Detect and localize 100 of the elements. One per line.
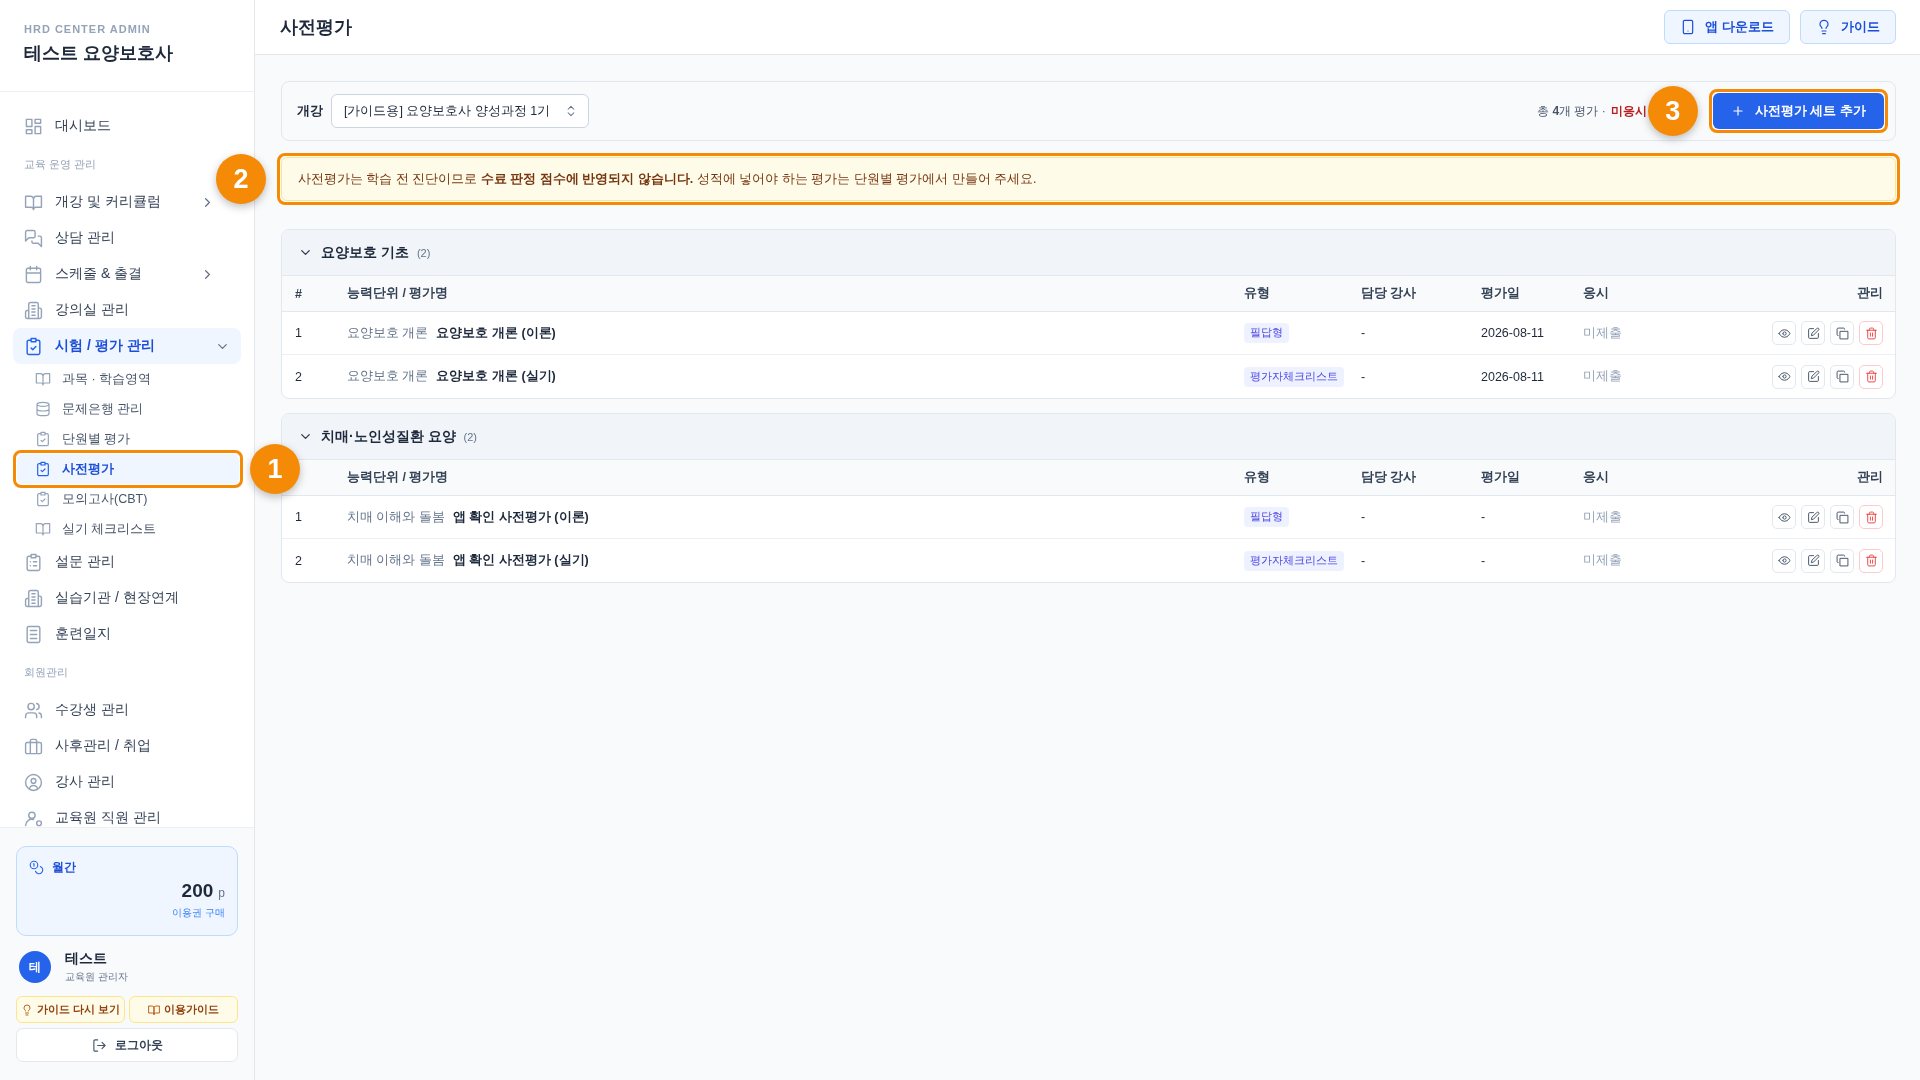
instructor-cell: - [1361,510,1366,524]
sidebar-item[interactable]: 대시보드 [13,108,219,144]
delete-button[interactable] [1859,548,1883,573]
duplicate-button[interactable] [1830,321,1854,345]
delete-button[interactable] [1859,321,1883,345]
sidebar-item[interactable]: 사후관리 / 취업 [13,728,219,764]
status-cell: 미제출 [1583,508,1622,526]
sidebar-subitem[interactable]: 사전평가 [17,454,239,484]
date-cell: 2026-08-11 [1481,326,1544,340]
copy-icon [1835,326,1849,340]
type-tag: 필답형 [1244,507,1289,527]
view-button[interactable] [1772,321,1796,345]
column-header: 능력단위 / 평가명 [347,469,449,486]
view-button[interactable] [1772,505,1796,529]
sidebar-item[interactable]: 설문 관리 [13,544,219,580]
type-tag: 평가자체크리스트 [1244,366,1344,387]
notice-text: 사전평가는 학습 전 진단이므로 수료 판정 점수에 반영되지 않습니다. 성적에 넣어야 하는 평가는 단원별 평가에서 만들어 주세요. [298,170,1037,188]
sidebar-subitem[interactable]: 모의고사(CBT) [17,484,239,514]
chat-icon [24,228,43,248]
unit-name: 요양보호 개론 [347,324,429,342]
type-tag: 평가자체크리스트 [1244,550,1344,571]
edit-button[interactable] [1801,548,1825,573]
sidebar-item[interactable]: 시험 / 평가 관리 [13,328,241,364]
date-cell: 2026-08-11 [1481,369,1544,384]
edit-button[interactable] [1801,364,1825,389]
group-header[interactable]: 치매·노인성질환 요양 (2) [282,414,1895,460]
sidebar-item[interactable]: 강사 관리 [13,764,219,800]
group-count: (2) [416,246,431,259]
briefcase-icon [24,736,43,756]
edit-button[interactable] [1801,321,1825,345]
row-number: 2 [295,553,302,568]
duplicate-button[interactable] [1830,364,1854,389]
brand-title: 테스트 요양보호사 [24,42,173,65]
user-icon [24,772,43,792]
view-button[interactable] [1772,364,1796,389]
eye-icon [1777,326,1791,340]
course-select[interactable]: [가이드용] 요양보호사 양성과정 1기 [331,94,589,128]
building-icon [24,588,43,608]
add-set-button[interactable]: 사전평가 세트 추가 [1712,93,1884,129]
delete-button[interactable] [1859,364,1883,389]
evaluation-name[interactable]: 앱 확인 사전평가 (이론) [452,508,589,526]
user-role: 교육원 관리자 [65,970,128,984]
eye-icon [1777,554,1791,567]
clipboard-icon [24,552,43,572]
edit-icon [1806,510,1820,524]
user-avatar: 테 [19,951,51,983]
sidebar-item[interactable]: 스케줄 & 출결 [13,256,219,292]
sidebar-item[interactable]: 훈련일지 [13,616,219,652]
building-icon [24,300,43,320]
sidebar-item[interactable]: 개강 및 커리큘럼 [13,184,219,220]
logout-icon [91,1037,107,1053]
column-header: # [295,286,302,301]
unattempted-label: 미응시 [1610,102,1647,120]
clipboard-icon [35,461,51,477]
sidebar-item[interactable]: 실습기관 / 현장연계 [13,580,219,616]
edit-button[interactable] [1801,505,1825,529]
brand-eyebrow: HRD CENTER ADMIN [24,23,151,35]
sidebar-item[interactable]: 교육원 직원 관리 [13,800,219,827]
edit-icon [1806,554,1820,567]
duplicate-button[interactable] [1830,548,1854,573]
guide-button[interactable]: 가이드 [1800,10,1896,44]
lightbulb-icon [1816,19,1832,35]
column-header: 응시 [1583,469,1609,486]
sidebar-subitem[interactable]: 실기 체크리스트 [17,514,239,544]
evaluation-name[interactable]: 앱 확인 사전평가 (실기) [452,552,589,569]
evaluation-name[interactable]: 요양보호 개론 (실기) [436,368,556,385]
column-header: 응시 [1583,285,1609,302]
delete-button[interactable] [1859,505,1883,529]
sidebar-subitem[interactable]: 문제은행 관리 [17,394,239,424]
view-button[interactable] [1772,548,1796,573]
duplicate-button[interactable] [1830,505,1854,529]
user-name: 테스트 [65,950,108,968]
sidebar-subitem[interactable]: 과목 · 학습영역 [17,364,239,394]
app-download-button[interactable]: 앱 다운로드 [1664,10,1790,44]
evaluation-name[interactable]: 요양보호 개론 (이론) [436,324,556,342]
trash-icon [1864,554,1878,567]
copy-icon [1835,370,1849,383]
row-number: 1 [295,326,302,340]
column-header: 평가일 [1481,469,1520,486]
column-header: 관리 [1857,285,1883,302]
sidebar-item[interactable]: 상담 관리 [13,220,219,256]
sidebar-item[interactable]: 강의실 관리 [13,292,219,328]
sidebar-item[interactable]: 수강생 관리 [13,692,219,728]
user-guide-button[interactable]: 이용가이드 [129,996,238,1023]
trash-icon [1864,326,1878,340]
column-header: 평가일 [1481,285,1520,302]
group-header[interactable]: 요양보호 기초 (2) [282,230,1895,276]
instructor-cell: - [1361,553,1366,568]
date-cell: - [1481,553,1486,568]
buy-pass-link[interactable]: 이용권 구매 [172,906,225,920]
instructor-cell: - [1361,326,1366,340]
group-title: 치매·노인성질환 요양 [321,427,456,446]
sidebar-subitem[interactable]: 단원별 평가 [17,424,239,454]
book-icon [148,1003,160,1016]
logout-button[interactable]: 로그아웃 [16,1028,238,1062]
eye-icon [1777,370,1791,383]
copy-icon [1835,554,1849,567]
database-icon [35,401,51,417]
replay-guide-button[interactable]: 가이드 다시 보기 [16,996,125,1023]
unit-name: 치매 이해와 돌봄 [347,508,445,526]
